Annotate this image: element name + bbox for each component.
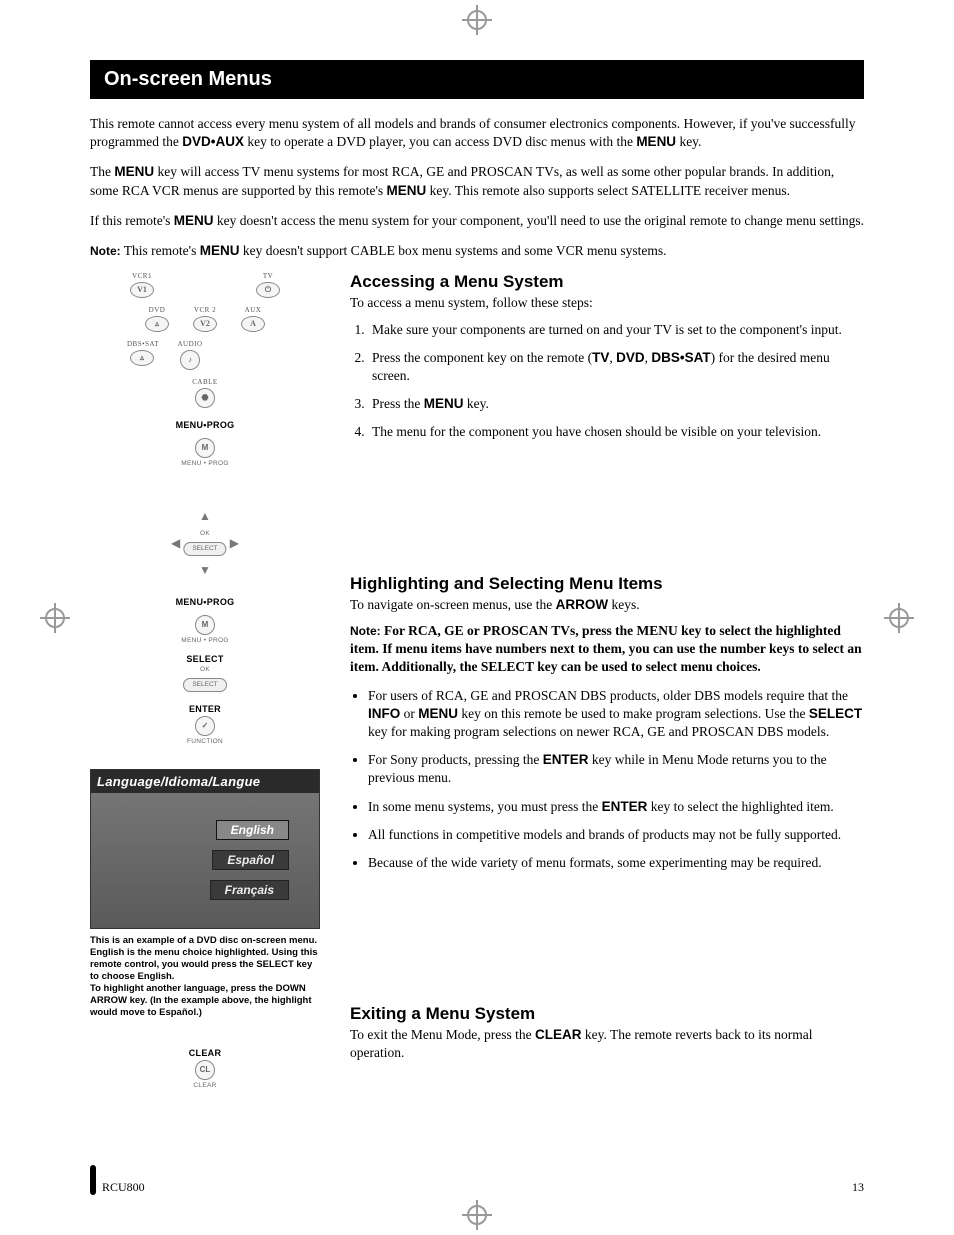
highlight-note: Note: For RCA, GE or PROSCAN TVs, press … (350, 622, 864, 677)
section-header: On-screen Menus (90, 60, 864, 99)
intro-p3: If this remote's MENU key doesn't access… (90, 212, 864, 230)
aux-key-icon: A (241, 316, 265, 332)
clear-key-icon: CL (195, 1060, 215, 1080)
section-heading: Highlighting and Selecting Menu Items (350, 574, 864, 594)
vcr1-key-icon: V1 (130, 282, 154, 298)
dvd-menu-example: Language/Idioma/Langue English Español F… (90, 769, 320, 929)
step-item: Make sure your components are turned on … (368, 321, 864, 339)
select-key-icon: SELECT (183, 678, 226, 692)
menu-prog-diagram-2: MENU•PROG M MENU • PROG (90, 597, 320, 644)
dvd-menu-caption: This is an example of a DVD disc on-scre… (90, 935, 320, 1018)
highlighting-section: Highlighting and Selecting Menu Items To… (350, 574, 864, 873)
step-item: The menu for the component you have chos… (368, 423, 864, 441)
dvd-menu-title: Language/Idioma/Langue (91, 770, 319, 793)
exiting-section: Exiting a Menu System To exit the Menu M… (350, 1004, 864, 1062)
enter-diagram: ENTER ✓ FUNCTION (90, 704, 320, 745)
model-number: RCU800 (102, 1180, 145, 1194)
menu-key-icon: M (195, 615, 215, 635)
remote-component-keys: VCR1V1 TV⏻ DVD▵ VCR 2V2 AUXA DBS•SAT▵ AU… (125, 272, 285, 410)
bullet-item: All functions in competitive models and … (368, 826, 864, 844)
footer-mark-icon (90, 1165, 96, 1195)
audio-key-icon: ♪ (180, 350, 200, 370)
bullet-item: Because of the wide variety of menu form… (368, 854, 864, 872)
right-column: Accessing a Menu System To access a menu… (350, 272, 864, 1099)
bullet-item: For users of RCA, GE and PROSCAN DBS pro… (368, 687, 864, 742)
menu-key-icon: M (195, 438, 215, 458)
bullet-item: In some menu systems, you must press the… (368, 798, 864, 816)
bullet-item: For Sony products, pressing the ENTER ke… (368, 751, 864, 787)
page-footer: RCU800 13 (90, 1165, 864, 1195)
intro-block: This remote cannot access every menu sys… (90, 115, 864, 260)
clear-diagram: CLEAR CL CLEAR (90, 1048, 320, 1089)
menu-prog-diagram-1: MENU•PROG M MENU • PROG (90, 420, 320, 467)
accessing-section: Accessing a Menu System To access a menu… (350, 272, 864, 441)
cable-key-icon: ⬣ (195, 388, 215, 408)
dvd-menu-option: Español (212, 850, 289, 870)
vcr2-key-icon: V2 (193, 316, 217, 332)
tv-key-icon: ⏻ (256, 282, 280, 298)
select-nav-diagram: ▲ ▼ ◀ ▶ OK SELECT (90, 513, 320, 573)
dbssat-key-icon: ▵ (130, 350, 154, 366)
dvd-menu-option: Français (210, 880, 289, 900)
enter-key-icon: ✓ (195, 716, 215, 736)
section-heading: Accessing a Menu System (350, 272, 864, 292)
section-heading: Exiting a Menu System (350, 1004, 864, 1024)
step-item: Press the MENU key. (368, 395, 864, 413)
step-item: Press the component key on the remote (T… (368, 349, 864, 385)
left-column: VCR1V1 TV⏻ DVD▵ VCR 2V2 AUXA DBS•SAT▵ AU… (90, 272, 320, 1099)
arrow-up-icon: ▲ (199, 509, 211, 523)
select-diagram: SELECT OK SELECT (90, 654, 320, 692)
intro-p1: This remote cannot access every menu sys… (90, 115, 864, 151)
arrow-down-icon: ▼ (199, 563, 211, 577)
dvd-key-icon: ▵ (145, 316, 169, 332)
arrow-left-icon: ◀ (171, 536, 180, 550)
page-number: 13 (852, 1180, 864, 1195)
select-key-icon: SELECT (183, 542, 226, 556)
intro-note: Note: This remote's MENU key doesn't sup… (90, 242, 864, 260)
arrow-right-icon: ▶ (230, 536, 239, 550)
intro-p2: The MENU key will access TV menu systems… (90, 163, 864, 199)
dvd-menu-option: English (216, 820, 289, 840)
